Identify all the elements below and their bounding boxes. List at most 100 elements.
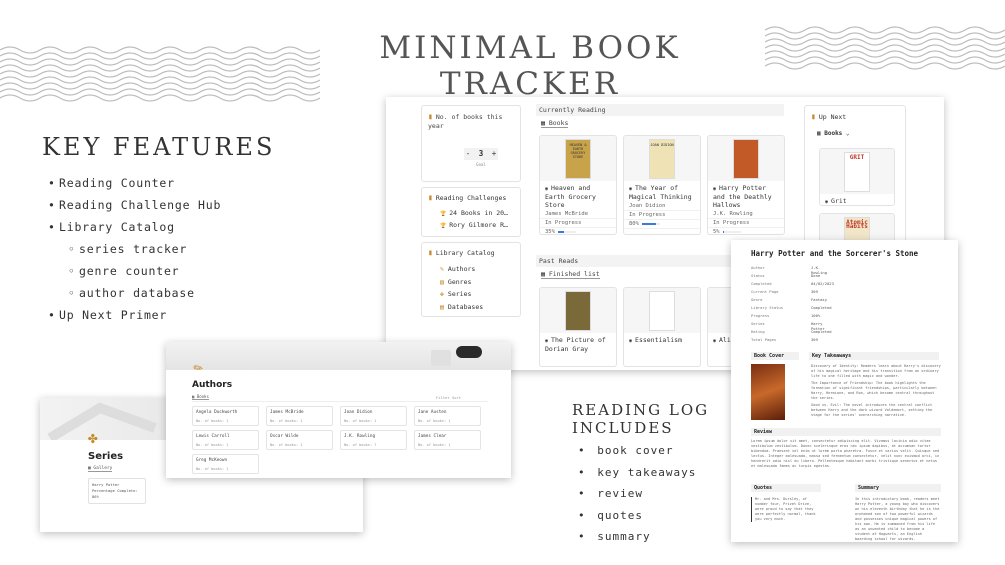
book-title: ◉ The Picture of Dorian Gray: [540, 333, 616, 354]
challenge-item[interactable]: 🏆 24 Books in 20…: [440, 208, 508, 220]
up-next-tab-label: Books: [824, 130, 843, 137]
reading-log-text: book cover: [597, 444, 674, 457]
author-card[interactable]: James McBride No. of books: 1: [266, 406, 333, 426]
book-title: ◉ Essentialism: [624, 333, 700, 346]
book-cover-image: [565, 291, 591, 331]
catalog-item-authors[interactable]: ✎ Authors: [440, 263, 483, 276]
catalog-item-databases[interactable]: ▤ Databases: [440, 301, 483, 314]
author-card[interactable]: Jane Austen No. of books: 1: [414, 406, 481, 426]
authors-screenshot: ✎ Authors ▦ Books Filter Sort Angela Duc…: [166, 342, 511, 478]
authors-tab[interactable]: ▦ Books: [192, 394, 209, 400]
reading-log-text: key takeaways: [597, 465, 697, 479]
book-cover-area: GRIT: [820, 149, 894, 194]
key-takeaways-label: Key Takeaways: [809, 352, 939, 360]
property-row[interactable]: Status Done: [751, 273, 820, 280]
book-author: James McBride: [540, 210, 616, 219]
books-counter-card: ▮ No. of books this year - 3 + Goal: [421, 105, 521, 182]
trophy-icon: 🏆: [440, 223, 447, 229]
books-icon: ▥: [440, 277, 444, 286]
property-row[interactable]: Rating Completed: [751, 329, 832, 336]
book-cover-area: [708, 136, 784, 181]
book-card[interactable]: ◉ The Picture of Dorian Gray: [539, 287, 617, 367]
counter-goal-label: Goal: [476, 162, 486, 167]
author-name: Lewis Carroll: [196, 434, 230, 439]
progress-bar: [641, 222, 660, 225]
challenge-item[interactable]: 🏆 Rory Gilmore R…: [440, 220, 508, 232]
property-row[interactable]: Current Page 309: [751, 289, 818, 296]
series-tab[interactable]: ▦ Gallery: [88, 466, 113, 472]
author-card[interactable]: J.K. Rowling No. of books: 7: [340, 430, 407, 450]
author-card[interactable]: James Clear No. of books: 1: [414, 430, 481, 450]
catalog-item-genres[interactable]: ▥ Genres: [440, 276, 483, 289]
property-row[interactable]: Total Pages 309: [751, 337, 818, 344]
reading-challenges-card: ▮ Reading Challenges 🏆 24 Books in 20… 🏆 Ror…: [421, 187, 521, 237]
author-card[interactable]: Oscar Wilde No. of books: 1: [266, 430, 333, 450]
book-card[interactable]: HEAVEN & EARTH GROCERY STORE ◉ Heaven and…: [539, 135, 617, 235]
progress-text: 35%: [545, 229, 555, 235]
book-card[interactable]: ◉ Harry Potter and the Deathly Hallows J.…: [707, 135, 785, 235]
progress-bar: [557, 230, 576, 233]
series-card[interactable]: Harry Potter Percentage Complete: 86%: [88, 478, 146, 504]
property-row[interactable]: Series Harry Potter: [751, 321, 825, 331]
authors-toolbar[interactable]: Filter Sort: [436, 395, 461, 400]
series-title: Series: [88, 451, 124, 462]
author-card[interactable]: Lewis Carroll No. of books: 1: [192, 430, 259, 450]
key-feature-item: • Up Next Primer: [48, 304, 221, 326]
progress-bar: [722, 230, 741, 233]
authors-header-image: [166, 342, 511, 370]
reading-log-screenshot: Harry Potter and the Sorcerer's Stone Au…: [731, 240, 958, 542]
property-value: 100%: [811, 313, 821, 318]
circle-bullet-icon: ◦: [68, 242, 76, 256]
author-book-count: No. of books: 1: [418, 419, 451, 423]
dot-bullet-icon: •: [578, 444, 594, 457]
book-card[interactable]: GRIT ◉ Grit: [819, 148, 895, 206]
book-status: In Progress: [540, 219, 616, 228]
property-row[interactable]: Completed 04/02/2023: [751, 281, 834, 288]
book-author: Joan Didion: [624, 202, 700, 211]
book-cover-area: [624, 288, 700, 333]
author-card[interactable]: Greg McKeown No. of books: 1: [192, 454, 259, 474]
trophy-icon: 🏆: [440, 211, 447, 217]
counter-label: No. of books this year: [428, 113, 503, 130]
author-card[interactable]: Joan Didion No. of books: 1: [340, 406, 407, 426]
counter-minus-button[interactable]: -: [466, 149, 471, 158]
property-key: Current Page: [751, 289, 779, 294]
bookmark-icon: ▮: [428, 248, 433, 257]
progress-fill: [722, 230, 724, 233]
database-icon: ▤: [440, 302, 444, 311]
book-card[interactable]: ◉ Essentialism: [623, 287, 701, 367]
key-feature-text: genre counter: [79, 264, 180, 278]
reading-log-item: • quotes: [578, 505, 696, 527]
property-row[interactable]: Author J.K. Rowling: [751, 265, 827, 275]
past-reads-tab-label: Finished list: [548, 270, 600, 278]
author-name: Angela Duckworth: [196, 410, 238, 415]
counter-plus-button[interactable]: +: [492, 149, 497, 158]
counter-stepper[interactable]: - 3 +: [464, 148, 498, 160]
dot-bullet-icon: •: [48, 176, 56, 190]
property-row[interactable]: Library Status Completed: [751, 305, 832, 312]
property-row[interactable]: Genre Fantasy: [751, 297, 827, 304]
property-value: Done: [811, 273, 821, 278]
property-row[interactable]: Progress 100%: [751, 313, 820, 320]
author-card[interactable]: Angela Duckworth No. of books: 1: [192, 406, 259, 426]
takeaway-item: The Importance of Friendship: The book h…: [811, 381, 937, 400]
up-next-tab[interactable]: ▦ Books ⌄: [817, 130, 850, 137]
currently-reading-tab[interactable]: ▦ Books: [541, 119, 569, 128]
catalog-item-label: Genres: [447, 277, 472, 286]
book-card[interactable]: JOAN DIDION ◉ The Year of Magical Thinkin…: [623, 135, 701, 235]
book-title: ◉ Grit: [820, 194, 894, 205]
series-tab-label: Gallery: [93, 466, 113, 471]
property-key: Status: [751, 273, 765, 278]
clover-icon: ✤: [440, 290, 444, 298]
author-book-count: No. of books: 1: [270, 419, 303, 423]
divider: [192, 401, 488, 402]
key-feature-item: ◦ series tracker: [48, 238, 221, 260]
catalog-item-series[interactable]: ✤ Series: [440, 288, 483, 301]
property-value: Completed: [811, 305, 832, 310]
past-reads-tab[interactable]: ▦ Finished list: [541, 270, 600, 279]
author-book-count: No. of books: 1: [196, 467, 229, 471]
property-key: Progress: [751, 313, 770, 318]
currently-reading-tab-label: Books: [548, 119, 569, 127]
book-status: In Progress: [708, 219, 784, 228]
key-feature-text: Reading Counter: [59, 176, 175, 190]
